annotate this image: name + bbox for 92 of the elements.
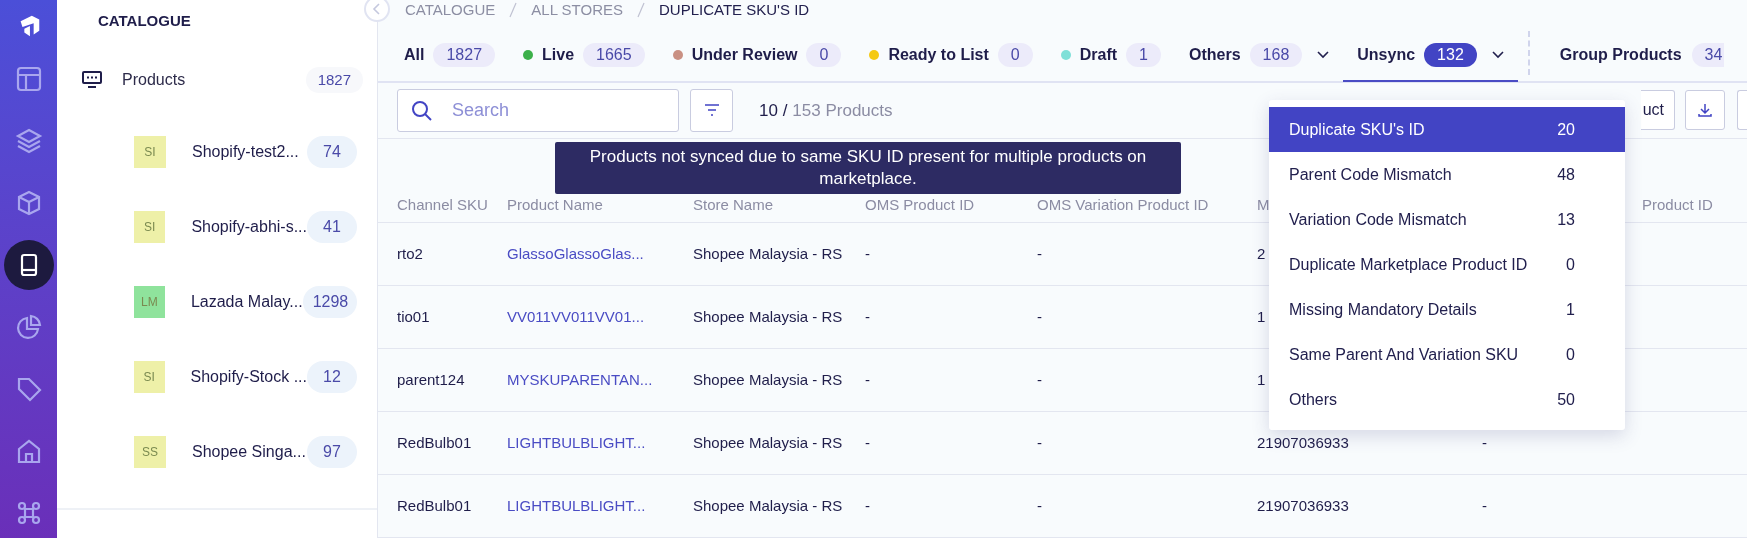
store-item[interactable]: Shopify-test2... (192, 140, 307, 164)
breadcrumb-current: DUPLICATE SKU'S ID (659, 0, 810, 20)
table-cell: - (1037, 244, 1042, 262)
product-link[interactable]: LIGHTBULBLIGHT... (507, 496, 646, 514)
column-header: Product ID (1642, 195, 1713, 213)
table-cell: Shopee Malaysia - RS (693, 307, 843, 325)
table-cell: 21907036933 (1257, 496, 1349, 514)
table-cell: Shopee Malaysia - RS (693, 370, 843, 388)
breadcrumb-separator (637, 2, 645, 18)
tooltip: Products not synced due to same SKU ID present for multiple products on marketplace. (555, 142, 1181, 194)
count-badge: 1827 (305, 66, 363, 93)
filter-tab[interactable]: Under Review 0 (658, 29, 856, 82)
table-cell: tio01 (397, 307, 430, 325)
column-header: Channel SKU (397, 195, 488, 213)
table-cell: - (865, 307, 870, 325)
table-cell: - (1037, 307, 1042, 325)
table-cell: rto2 (397, 244, 423, 262)
layers-icon (14, 127, 43, 155)
product-link[interactable]: LIGHTBULBLIGHT... (507, 433, 646, 451)
layout-icon (14, 65, 43, 93)
product-link[interactable]: VV011VV011VV01... (507, 307, 645, 325)
shown-count: 10 / (759, 99, 788, 122)
count-badge: 97 (307, 436, 357, 468)
filter-tab[interactable]: Group Products (1559, 42, 1682, 67)
menu-item[interactable]: Variation Code Mismatch 13 (1269, 197, 1625, 242)
table-cell: 1 (1257, 370, 1266, 388)
download-icon (1697, 102, 1713, 119)
store-item[interactable]: Shopify-abhi-s... (191, 215, 307, 239)
table-cell: Shopee Malaysia - RS (693, 496, 843, 514)
product-link[interactable]: GlassoGlassoGlas... (507, 244, 644, 262)
products-item[interactable]: Products (122, 67, 306, 92)
menu-item[interactable]: Others 50 (1269, 377, 1625, 422)
count-badge: 34 (1691, 42, 1725, 67)
table-cell: Shopee Malaysia - RS (693, 244, 843, 262)
table-cell: - (865, 370, 870, 388)
pie-chart-icon (14, 313, 43, 341)
store-avatar: SI (134, 136, 166, 168)
column-header: M (1257, 195, 1270, 213)
filter-tab[interactable]: Live 1665 (509, 29, 659, 82)
menu-item[interactable]: Duplicate SKU's ID 20 (1269, 107, 1625, 152)
table-cell: - (865, 433, 870, 451)
filter-tab[interactable]: Draft 1 (1046, 29, 1175, 82)
table-cell: - (865, 244, 870, 262)
table-cell: 1 (1257, 307, 1266, 325)
table-cell: - (1482, 496, 1487, 514)
filter-tab[interactable]: Unsync 132 (1343, 29, 1518, 82)
filter-icon (703, 104, 720, 117)
table-cell: Shopee Malaysia - RS (693, 433, 843, 451)
store-avatar: SI (134, 361, 165, 393)
toolbar-button[interactable]: uct (1640, 90, 1675, 131)
column-header: OMS Product ID (865, 195, 975, 213)
total-count: 153 Products (792, 99, 893, 122)
table-cell: - (1037, 370, 1042, 388)
store-avatar: SS (134, 436, 166, 468)
table-cell: 2 (1257, 244, 1266, 262)
store-item[interactable]: Shopify-Stock ... (190, 365, 307, 389)
filter-tab[interactable]: Others 168 (1175, 29, 1344, 82)
column-header: Product Name (507, 195, 603, 213)
table-cell: parent124 (397, 370, 465, 388)
store-item[interactable]: Lazada Malay... (190, 290, 303, 314)
filter-button[interactable] (690, 88, 733, 132)
table-cell: - (1037, 496, 1042, 514)
count-badge: 74 (307, 136, 357, 168)
menu-item[interactable]: Parent Code Mismatch 48 (1269, 152, 1625, 197)
column-header: Store Name (693, 195, 774, 213)
filter-tab[interactable]: Ready to List 0 (855, 29, 1047, 82)
store-avatar: LM (134, 286, 165, 318)
search-field[interactable]: Search (397, 88, 679, 132)
count-badge: 1298 (302, 286, 357, 318)
store-avatar: SI (134, 211, 166, 243)
count-badge: 41 (307, 211, 357, 243)
store-item[interactable]: Shopee Singa... (192, 440, 307, 464)
menu-item[interactable]: Missing Mandatory Details 1 (1269, 287, 1625, 332)
menu-item[interactable]: Same Parent And Variation SKU 0 (1269, 332, 1625, 377)
count-badge: 12 (307, 361, 357, 393)
panel-title: CATALOGUE (97, 11, 192, 31)
download-button[interactable] (1685, 90, 1725, 131)
search-icon (411, 99, 433, 122)
monitor-icon (81, 68, 103, 91)
menu-item[interactable]: Duplicate Marketplace Product ID 0 (1269, 242, 1625, 287)
table-cell: - (1037, 433, 1042, 451)
table-cell: - (1482, 433, 1487, 451)
table-cell: - (865, 496, 870, 514)
table-cell: 21907036933 (1257, 433, 1349, 451)
column-header: OMS Variation Product ID (1037, 195, 1209, 213)
table-cell: RedBulb01 (397, 433, 472, 451)
product-link[interactable]: MYSKUPARENTAN... (507, 370, 653, 388)
chevron-left-icon (372, 3, 382, 15)
table-cell: RedBulb01 (397, 496, 472, 514)
filter-tab[interactable]: All 1827 (390, 29, 510, 82)
nav-item[interactable] (3, 240, 54, 290)
breadcrumb-separator (509, 2, 518, 18)
